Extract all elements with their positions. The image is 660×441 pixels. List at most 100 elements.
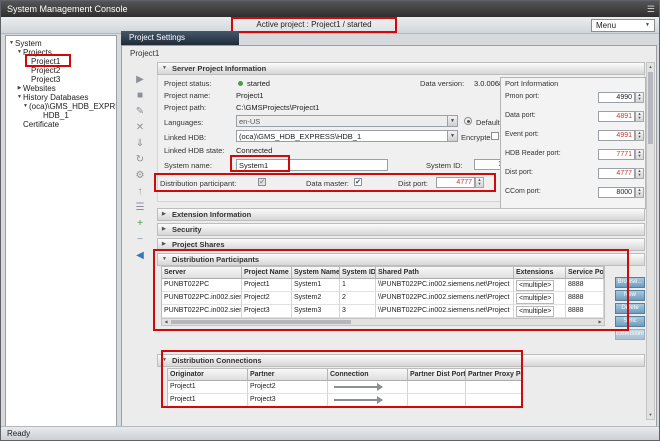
add-icon[interactable]: +: [128, 216, 152, 232]
dist-port-info-stepper[interactable]: 4777▲▼: [598, 168, 644, 179]
scroll-left-icon[interactable]: ◀: [162, 319, 170, 325]
tree-item-history-databases[interactable]: ▼History Databases: [6, 93, 116, 102]
table-cell[interactable]: 8888: [566, 279, 604, 292]
tree-item-websites[interactable]: ▶Websites: [6, 84, 116, 93]
table-cell[interactable]: PUNBT022PC.in002.siemens.net: [162, 292, 242, 305]
ccom-port-stepper[interactable]: 8000▲▼: [598, 187, 644, 198]
tree-item-project1[interactable]: Project1: [6, 57, 116, 66]
spinner-arrows[interactable]: ▲▼: [635, 149, 644, 160]
spin-down-icon[interactable]: ▼: [636, 173, 643, 177]
extensions-dropdown-cell[interactable]: <multiple>: [514, 279, 566, 292]
column-header[interactable]: Partner: [248, 369, 328, 381]
table-cell[interactable]: 2: [340, 292, 376, 305]
column-header[interactable]: Extensions: [514, 267, 566, 279]
section-header-server-project-information[interactable]: ▼ Server Project Information: [157, 62, 645, 75]
linked-hdb-dropdown[interactable]: (oca)\GMS_HDB_EXPRESS\HDB_1 ▼: [236, 130, 458, 142]
connection-cell[interactable]: [328, 394, 408, 407]
chevron-down-icon[interactable]: ▼: [447, 131, 457, 141]
dist-port-info-value[interactable]: 4777: [598, 168, 635, 179]
scroll-down-icon[interactable]: ▼: [647, 411, 654, 419]
table-cell[interactable]: \\PUNBT022PC.in002.siemens.net\Project: [376, 279, 514, 292]
hamburger-icon[interactable]: ☰: [647, 1, 655, 17]
expander-icon[interactable]: ▼: [8, 39, 15, 48]
table-cell[interactable]: 8888: [566, 292, 604, 305]
extensions-dropdown-cell[interactable]: <multiple>: [514, 292, 566, 305]
spin-down-icon[interactable]: ▼: [636, 154, 643, 158]
table-cell[interactable]: [466, 394, 522, 407]
table-cell[interactable]: [408, 394, 466, 407]
spin-down-icon[interactable]: ▼: [636, 97, 643, 101]
table-cell[interactable]: System1: [292, 279, 340, 292]
table-cell[interactable]: \\PUNBT022PC.in002.siemens.net\Project: [376, 305, 514, 318]
tree-item-hdb-express[interactable]: ▼(oca)\GMS_HDB_EXPRESS: [6, 102, 116, 111]
browse-button[interactable]: Browse...: [615, 277, 645, 288]
tree-item-hdb1[interactable]: HDB_1: [6, 111, 116, 120]
extensions-value[interactable]: <multiple>: [516, 306, 554, 317]
connection-cell[interactable]: [328, 381, 408, 394]
edit-project-icon[interactable]: ✎: [128, 104, 152, 120]
save-project-icon[interactable]: ⇓: [128, 136, 152, 152]
spin-down-icon[interactable]: ▼: [636, 192, 643, 196]
data-port-stepper[interactable]: 4891▲▼: [598, 111, 644, 122]
settings-vertical-scrollbar[interactable]: ▲ ▼: [646, 62, 655, 420]
spinner-arrows[interactable]: ▲▼: [635, 187, 644, 198]
hdb-reader-port-value[interactable]: 7771: [598, 149, 635, 160]
table-cell[interactable]: Project3: [242, 305, 292, 318]
tab-project-settings[interactable]: Project Settings: [121, 31, 239, 45]
participants-horizontal-scrollbar[interactable]: ◀ ▶: [161, 318, 605, 326]
column-header[interactable]: Originator: [168, 369, 248, 381]
dist-port-value[interactable]: 4777: [436, 177, 475, 188]
column-header[interactable]: Connection: [328, 369, 408, 381]
spinner-arrows[interactable]: ▲▼: [635, 111, 644, 122]
table-cell[interactable]: System3: [292, 305, 340, 318]
chevron-down-icon[interactable]: ▼: [447, 116, 457, 126]
event-port-stepper[interactable]: 4991▲▼: [598, 130, 644, 141]
column-header[interactable]: Service Port: [566, 267, 604, 279]
spinner-arrows[interactable]: ▲▼: [635, 168, 644, 179]
spin-down-icon[interactable]: ▼: [476, 182, 483, 186]
spinner-arrows[interactable]: ▲▼: [635, 130, 644, 141]
column-header[interactable]: Shared Path: [376, 267, 514, 279]
table-cell[interactable]: Project3: [248, 394, 328, 407]
extensions-value[interactable]: <multiple>: [516, 280, 554, 291]
event-port-value[interactable]: 4991: [598, 130, 635, 141]
table-cell[interactable]: [408, 381, 466, 394]
table-cell[interactable]: Project2: [242, 292, 292, 305]
table-cell[interactable]: Project1: [242, 279, 292, 292]
data-port-value[interactable]: 4891: [598, 111, 635, 122]
table-cell[interactable]: 1: [340, 279, 376, 292]
remove-icon[interactable]: −: [128, 232, 152, 248]
new-button[interactable]: New: [615, 290, 645, 301]
spin-down-icon[interactable]: ▼: [636, 135, 643, 139]
system-name-field[interactable]: System1: [236, 159, 388, 171]
spin-down-icon[interactable]: ▼: [636, 116, 643, 120]
data-master-checkbox[interactable]: ✔: [354, 178, 362, 186]
tree-item-projects[interactable]: ▼Projects: [6, 48, 116, 57]
settings-gear-icon[interactable]: ⚙: [128, 168, 152, 184]
tree-item-system[interactable]: ▼System: [6, 39, 116, 48]
stop-project-icon[interactable]: ■: [128, 88, 152, 104]
column-header[interactable]: Project Name: [242, 267, 292, 279]
list-icon[interactable]: ☰: [128, 200, 152, 216]
section-header-distribution-participants[interactable]: ▼ Distribution Participants: [157, 253, 645, 266]
extensions-dropdown-cell[interactable]: <multiple>: [514, 305, 566, 318]
delete-project-icon[interactable]: ✕: [128, 120, 152, 136]
table-cell[interactable]: PUNBT022PC.in002.siemens.net: [162, 305, 242, 318]
column-header[interactable]: System ID: [340, 267, 376, 279]
spinner-arrows[interactable]: ▲▼: [635, 92, 644, 103]
pmon-port-stepper[interactable]: 4990▲▼: [598, 92, 644, 103]
delete-button[interactable]: Delete: [615, 303, 645, 314]
encrypted-checkbox[interactable]: [491, 132, 499, 140]
ccom-port-value[interactable]: 8000: [598, 187, 635, 198]
scrollbar-thumb[interactable]: [171, 320, 351, 324]
column-header[interactable]: System Name: [292, 267, 340, 279]
table-cell[interactable]: [466, 381, 522, 394]
table-cell[interactable]: 8888: [566, 305, 604, 318]
column-header[interactable]: Partner Proxy Port: [466, 369, 522, 381]
section-header-distribution-connections[interactable]: ▼ Distribution Connections: [157, 354, 645, 367]
column-header[interactable]: Server: [162, 267, 242, 279]
hdb-reader-port-stepper[interactable]: 7771▲▼: [598, 149, 644, 160]
table-cell[interactable]: 3: [340, 305, 376, 318]
expander-icon[interactable]: ▶: [16, 84, 23, 93]
table-cell[interactable]: Project1: [168, 381, 248, 394]
